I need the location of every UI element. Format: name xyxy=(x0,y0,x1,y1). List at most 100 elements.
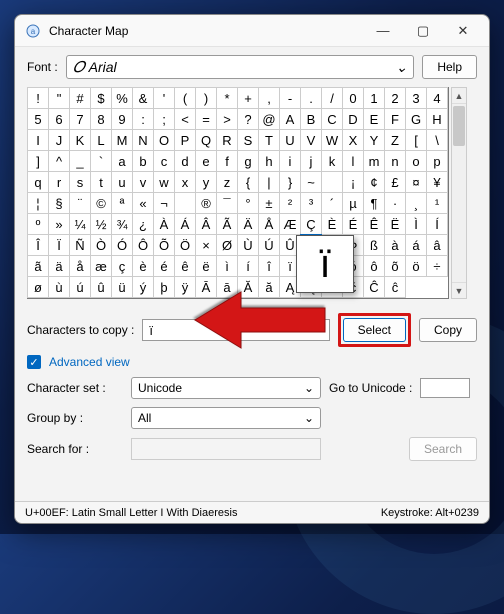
char-cell[interactable]: l xyxy=(342,150,364,172)
char-cell[interactable]: ĉ xyxy=(384,276,406,298)
char-cell[interactable]: ß xyxy=(363,234,385,256)
char-cell[interactable]: ^ xyxy=(48,150,70,172)
char-cell[interactable]: B xyxy=(300,108,322,130)
char-cell[interactable]: à xyxy=(384,234,406,256)
char-cell[interactable]: + xyxy=(237,87,259,109)
char-cell[interactable]: ´ xyxy=(321,192,343,214)
char-cell[interactable]: Ñ xyxy=(69,234,91,256)
char-cell[interactable]: T xyxy=(258,129,280,151)
char-cell[interactable]: û xyxy=(90,276,112,298)
char-cell[interactable]: c xyxy=(153,150,175,172)
char-cell[interactable]: D xyxy=(342,108,364,130)
char-cell[interactable]: ý xyxy=(132,276,154,298)
char-cell[interactable]: ' xyxy=(153,87,175,109)
char-cell[interactable]: ¡ xyxy=(342,171,364,193)
char-cell[interactable]: { xyxy=(237,171,259,193)
char-cell[interactable]: = xyxy=(195,108,217,130)
char-cell[interactable]: s xyxy=(69,171,91,193)
goto-input[interactable] xyxy=(420,378,470,398)
char-cell[interactable]: è xyxy=(132,255,154,277)
char-cell[interactable]: & xyxy=(132,87,154,109)
char-cell[interactable]: h xyxy=(258,150,280,172)
char-cell[interactable]: 2 xyxy=(384,87,406,109)
char-cell[interactable]: u xyxy=(111,171,133,193)
char-cell[interactable]: ¬ xyxy=(153,192,175,214)
char-cell[interactable]: w xyxy=(153,171,175,193)
close-button[interactable]: ✕ xyxy=(443,17,483,45)
char-cell[interactable]: | xyxy=(258,171,280,193)
char-cell[interactable]: i xyxy=(279,150,301,172)
char-cell[interactable]: ä xyxy=(48,255,70,277)
char-cell[interactable]: J xyxy=(48,129,70,151)
char-cell[interactable]: Ê xyxy=(363,213,385,235)
char-cell[interactable]: á xyxy=(405,234,427,256)
char-cell[interactable]: Í xyxy=(426,213,448,235)
char-cell[interactable]: @ xyxy=(258,108,280,130)
char-cell[interactable]: ² xyxy=(279,192,301,214)
char-cell[interactable]: S xyxy=(237,129,259,151)
char-cell[interactable]: ú xyxy=(69,276,91,298)
char-cell[interactable]: â xyxy=(426,234,448,256)
font-select[interactable]: 𝑂 Arial ⌄ xyxy=(66,55,415,79)
char-cell[interactable]: Ó xyxy=(111,234,133,256)
char-cell[interactable]: g xyxy=(237,150,259,172)
char-cell[interactable]: î xyxy=(258,255,280,277)
char-cell[interactable]: » xyxy=(48,213,70,235)
char-cell[interactable]: b xyxy=(132,150,154,172)
char-cell[interactable]: F xyxy=(384,108,406,130)
char-cell[interactable]: f xyxy=(216,150,238,172)
char-cell[interactable]: æ xyxy=(90,255,112,277)
char-cell[interactable]: ¤ xyxy=(405,171,427,193)
char-cell[interactable]: Ö xyxy=(174,234,196,256)
char-cell[interactable]: A xyxy=(279,108,301,130)
char-cell[interactable]: ¿ xyxy=(132,213,154,235)
char-cell[interactable]: C xyxy=(321,108,343,130)
char-cell[interactable]: Ô xyxy=(132,234,154,256)
char-cell[interactable]: # xyxy=(69,87,91,109)
char-cell[interactable]: " xyxy=(48,87,70,109)
char-cell[interactable]: ¹ xyxy=(426,192,448,214)
char-cell[interactable]: Q xyxy=(195,129,217,151)
char-cell[interactable]: % xyxy=(111,87,133,109)
copy-button[interactable]: Copy xyxy=(419,318,477,342)
char-cell[interactable]: Ú xyxy=(258,234,280,256)
char-cell[interactable]: ¨ xyxy=(69,192,91,214)
char-cell[interactable]: ³ xyxy=(300,192,322,214)
char-cell[interactable]: [ xyxy=(405,129,427,151)
char-cell[interactable]: ­ xyxy=(174,192,196,214)
select-button[interactable]: Select xyxy=(343,318,406,342)
char-cell[interactable]: Ä xyxy=(237,213,259,235)
char-cell[interactable]: R xyxy=(216,129,238,151)
scroll-down-icon[interactable]: ▼ xyxy=(452,282,466,298)
char-cell[interactable]: . xyxy=(300,87,322,109)
advanced-label[interactable]: Advanced view xyxy=(49,355,130,369)
char-cell[interactable]: e xyxy=(195,150,217,172)
group-select[interactable]: All ⌄ xyxy=(131,407,321,429)
char-cell[interactable]: Z xyxy=(384,129,406,151)
char-cell[interactable]: À xyxy=(153,213,175,235)
char-cell[interactable]: ¥ xyxy=(426,171,448,193)
grid-scrollbar[interactable]: ▲ ▼ xyxy=(451,87,467,299)
char-cell[interactable]: å xyxy=(69,255,91,277)
char-cell[interactable]: ~ xyxy=(300,171,322,193)
char-cell[interactable]: H xyxy=(426,108,448,130)
char-cell[interactable]: 8 xyxy=(90,108,112,130)
advanced-checkbox[interactable]: ✓ xyxy=(27,355,41,369)
char-cell[interactable]: 7 xyxy=(69,108,91,130)
char-cell[interactable]: V xyxy=(300,129,322,151)
char-cell[interactable]: Á xyxy=(174,213,196,235)
char-cell[interactable]: Ï xyxy=(48,234,70,256)
char-cell[interactable]: E xyxy=(363,108,385,130)
char-cell[interactable]: ô xyxy=(363,255,385,277)
help-button[interactable]: Help xyxy=(422,55,477,79)
char-cell[interactable]: ÷ xyxy=(426,255,448,277)
char-cell[interactable]: Î xyxy=(27,234,49,256)
char-cell[interactable]: Ë xyxy=(384,213,406,235)
char-cell[interactable]: ê xyxy=(174,255,196,277)
char-cell[interactable]: ø xyxy=(27,276,49,298)
char-cell[interactable]: ë xyxy=(195,255,217,277)
char-cell[interactable]: * xyxy=(216,87,238,109)
char-cell[interactable]: N xyxy=(132,129,154,151)
char-cell[interactable]: ā xyxy=(216,276,238,298)
char-cell[interactable]: U xyxy=(279,129,301,151)
